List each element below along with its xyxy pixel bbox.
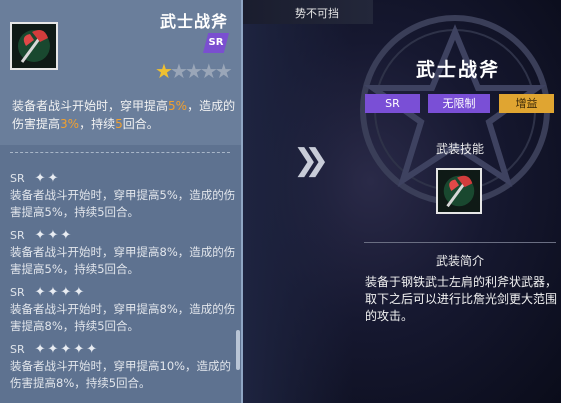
buff-tag: 增益 xyxy=(499,94,554,113)
effect-value: 3% xyxy=(60,117,80,131)
tier-text: 装备者战斗开始时，穿甲提高5%，造成的伤害提高5%，持续5回合。 xyxy=(10,188,236,219)
tier-text: 装备者战斗开始时，穿甲提高8%，造成的伤害提高8%，持续5回合。 xyxy=(10,302,236,333)
tier-text: 装备者战斗开始时，穿甲提高10%，造成的伤害提高8%，持续5回合。 xyxy=(10,359,232,390)
unlimited-tag: 无限制 xyxy=(428,94,490,113)
axe-icon[interactable] xyxy=(10,22,58,70)
weapon-title: 武士战斧 xyxy=(415,59,500,81)
tier-rarity: SR xyxy=(10,172,25,185)
tier-entry: SR ✦✦✦✦ 装备者战斗开始时，穿甲提高8%，造成的伤害提高8%，持续5回合。 xyxy=(10,284,238,335)
star-rating: ★★★★★ xyxy=(155,59,233,83)
tier-rarity: SR xyxy=(10,343,25,356)
tier-stars: ✦✦✦ xyxy=(34,228,74,243)
effect-text: 回合。 xyxy=(122,117,159,131)
equipment-detail-panel: 武士战斧 SR ★★★★★ 装备者战斗开始时，穿甲提高5%，造成的伤害提高3%，… xyxy=(0,0,243,403)
weapon-skill-icon[interactable] xyxy=(436,168,482,214)
effect-value: 5% xyxy=(168,99,188,113)
top-banner-text: 势不可挡 xyxy=(295,7,339,20)
chevron-right-icon: ❯❯ xyxy=(293,143,329,178)
effect-text: ，持续 xyxy=(79,117,116,131)
tier-stars: ✦✦ xyxy=(34,171,61,186)
tier-rarity: SR xyxy=(10,229,25,242)
intro-heading: 武装简介 xyxy=(435,254,484,268)
tier-entry: SR ✦✦ 装备者战斗开始时，穿甲提高5%，造成的伤害提高5%，持续5回合。 xyxy=(10,170,238,221)
tier-entry: SR ✦✦✦ 装备者战斗开始时，穿甲提高8%，造成的伤害提高5%，持续5回合。 xyxy=(10,227,238,278)
weapon-description: 装备于钢铁武士左肩的利斧状武器，取下之后可以进行比詹光剑更大范围的攻击。 xyxy=(365,275,558,323)
tier-rarity: SR xyxy=(10,286,25,299)
effect-value: 5 xyxy=(115,117,123,131)
divider xyxy=(10,152,230,153)
background-glow xyxy=(243,0,353,403)
top-banner: 势不可挡 xyxy=(243,0,373,24)
star-empty-icon: ★ xyxy=(214,59,233,83)
rarity-tag: SR xyxy=(365,94,420,113)
equipment-title: 武士战斧 xyxy=(160,12,229,31)
effect-text: 装备者战斗开始时，穿甲提高 xyxy=(12,99,169,113)
tier-stars: ✦✦✦✦✦ xyxy=(34,342,100,357)
skill-heading: 武装技能 xyxy=(435,142,484,156)
divider xyxy=(364,242,556,243)
equipment-effect: 装备者战斗开始时，穿甲提高5%，造成的伤害提高3%，持续5回合。 xyxy=(12,97,237,133)
tier-entry: SR ✦✦✦✦✦ 装备者战斗开始时，穿甲提高10%，造成的伤害提高8%，持续5回合… xyxy=(10,341,238,392)
tier-stars: ✦✦✦✦ xyxy=(34,285,87,300)
tier-text: 装备者战斗开始时，穿甲提高8%，造成的伤害提高5%，持续5回合。 xyxy=(10,245,236,276)
scrollbar[interactable] xyxy=(236,330,240,370)
